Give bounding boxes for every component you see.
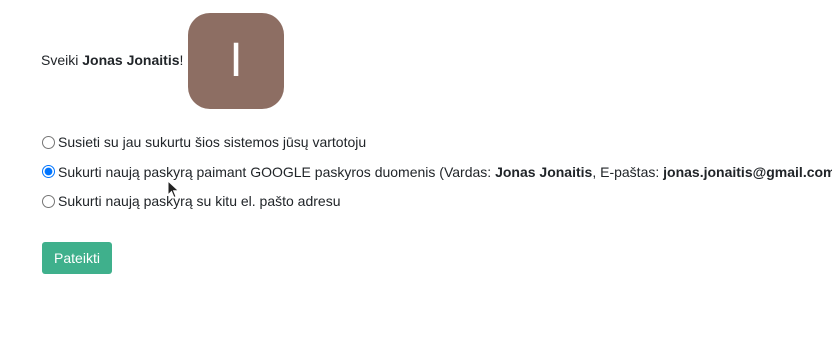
option-create-google[interactable]: Sukurti naują paskyrą paimant GOOGLE pas… xyxy=(41,162,832,182)
option-google-name: Jonas Jonaitis xyxy=(495,163,593,180)
radio-link-existing[interactable] xyxy=(42,135,55,149)
greeting-suffix: ! xyxy=(179,52,184,68)
option-create-other-email-label: Sukurti naują paskyrą su kitu el. pašto … xyxy=(58,193,341,209)
option-link-existing[interactable]: Susieti su jau sukurtu šios sistemos jūs… xyxy=(41,132,832,152)
greeting-prefix: Sveiki xyxy=(41,52,83,68)
option-create-google-prefix: Sukurti naują paskyrą paimant GOOGLE pas… xyxy=(58,163,496,180)
option-create-other-email[interactable]: Sukurti naują paskyrą su kitu el. pašto … xyxy=(41,191,832,211)
option-google-email: jonas.jonaitis@gmail.com xyxy=(663,163,832,180)
avatar-initial: I xyxy=(229,34,243,87)
greeting: Sveiki Jonas Jonaitis! xyxy=(41,51,183,69)
user-name: Jonas Jonaitis xyxy=(82,52,180,68)
option-link-existing-label: Susieti su jau sukurtu šios sistemos jūs… xyxy=(58,134,367,150)
avatar: I xyxy=(188,13,284,109)
page: Sveiki Jonas Jonaitis! I Susieti su jau … xyxy=(0,0,832,343)
account-options: Susieti su jau sukurtu šios sistemos jūs… xyxy=(41,132,832,221)
radio-create-google[interactable] xyxy=(42,165,55,178)
option-email-prefix: , E-paštas: xyxy=(592,163,664,180)
submit-button[interactable]: Pateikti xyxy=(42,242,112,274)
radio-create-other-email[interactable] xyxy=(42,194,55,208)
mouse-cursor-icon xyxy=(167,180,180,199)
option-create-google-label: Sukurti naują paskyrą paimant GOOGLE pas… xyxy=(58,164,832,180)
